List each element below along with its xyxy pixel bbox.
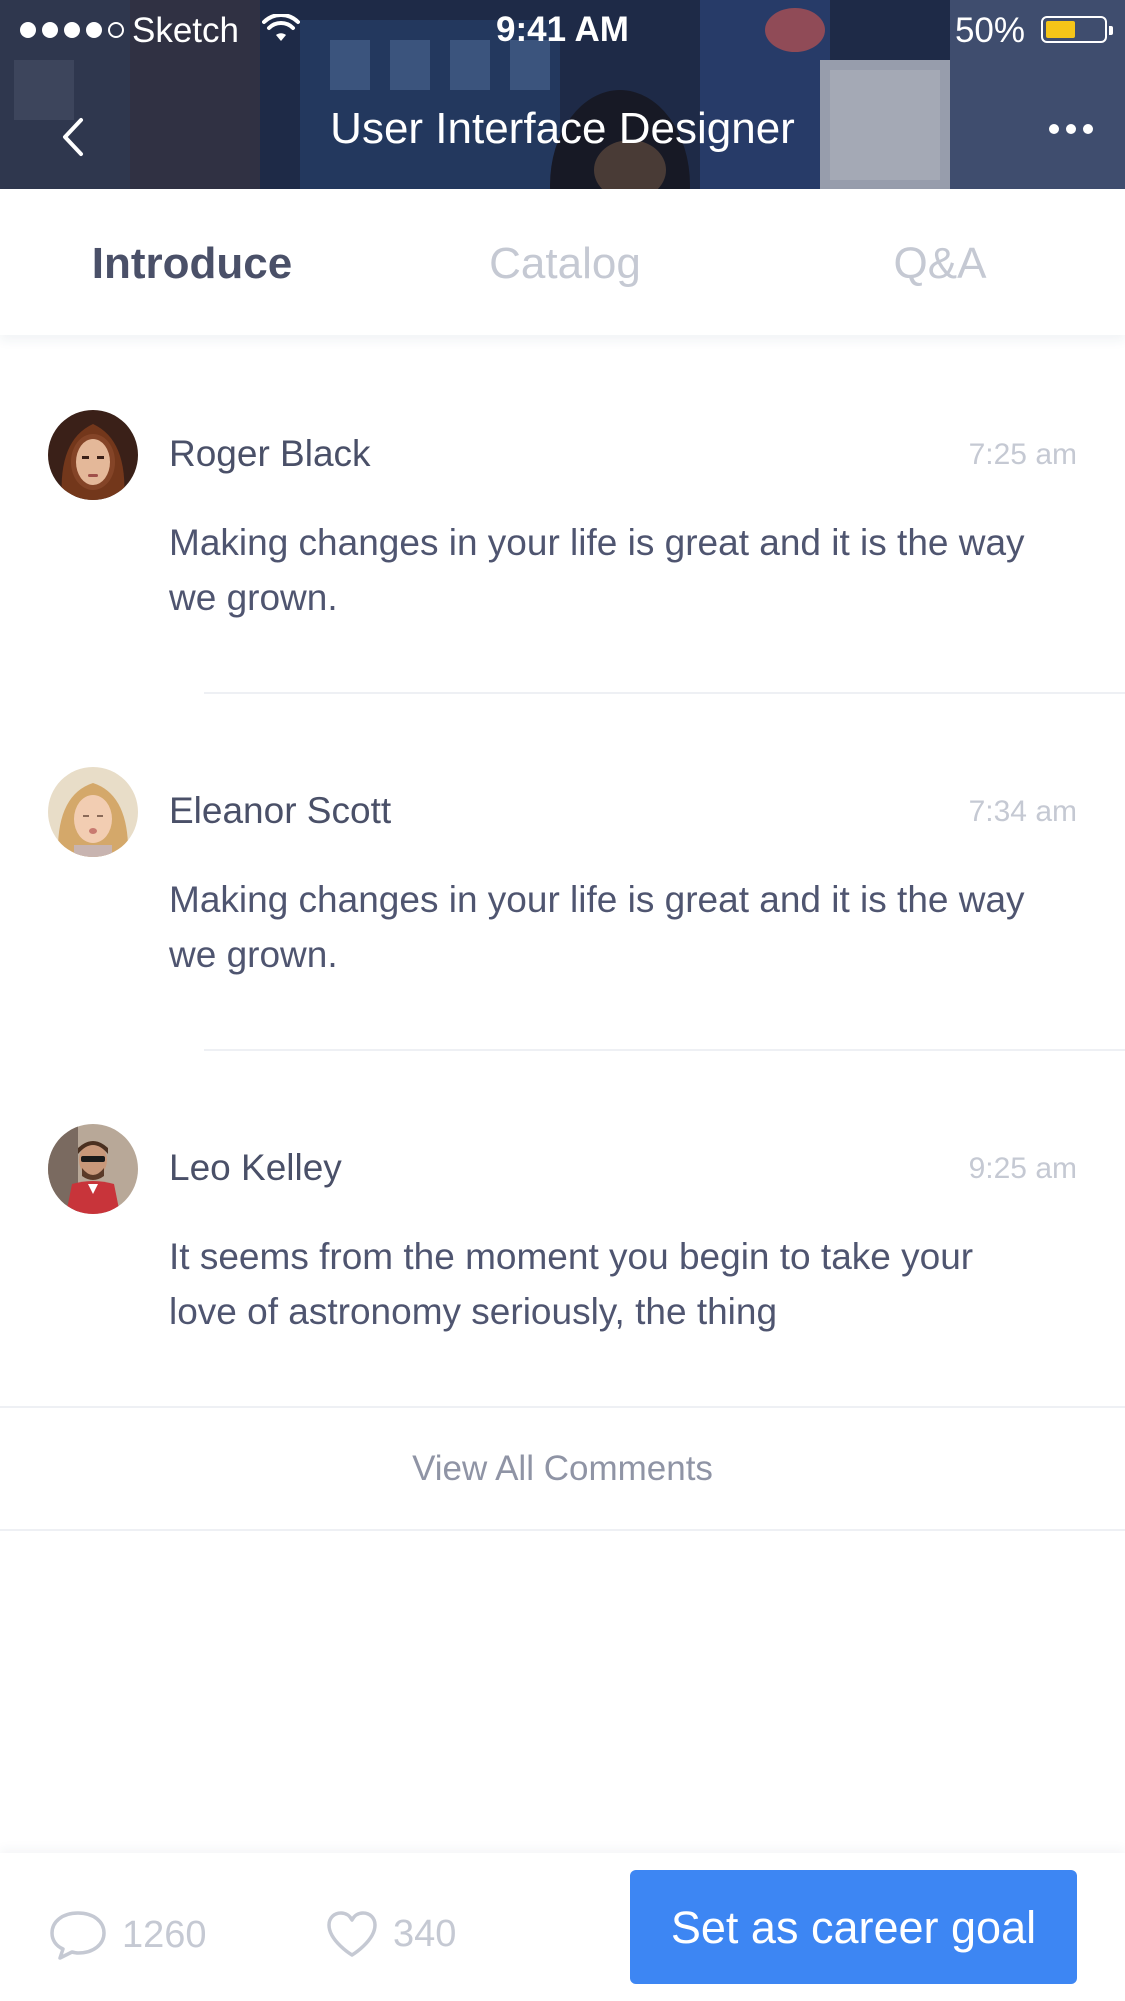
heart-icon [327,1911,377,1957]
comment-time: 7:25 am [968,438,1077,471]
tab-qa[interactable]: Q&A [790,239,1090,289]
more-horizontal-icon[interactable] [1049,124,1093,134]
comment-text: Making changes in your life is great and… [169,879,1025,975]
comment-time: 7:34 am [968,795,1077,828]
comment-bubble-icon [50,1911,106,1960]
status-bar: Sketch 9:41 AM 50% [0,0,1125,62]
page-title: User Interface Designer [330,104,795,153]
comments-stat[interactable]: 1260 [48,1909,207,1961]
header: Sketch 9:41 AM 50% User Interface Design… [0,0,1125,189]
likes-stat[interactable]: 340 [325,1909,456,1959]
avatar[interactable] [48,1124,138,1214]
view-all-comments-link[interactable]: View All Comments [0,1408,1125,1530]
like-count: 340 [393,1912,457,1955]
comment-count: 1260 [122,1913,207,1956]
comment-author[interactable]: Eleanor Scott [169,790,391,832]
comment-text: Making changes in your life is great and… [169,522,1025,618]
comment-author[interactable]: Roger Black [169,433,371,475]
divider [204,1049,1125,1051]
avatar[interactable] [48,410,138,500]
tab-catalog[interactable]: Catalog [415,239,715,289]
comment-author[interactable]: Leo Kelley [169,1147,342,1189]
battery-icon [1041,16,1113,43]
battery-percent: 50% [954,11,1025,50]
divider [204,692,1125,694]
divider [0,1529,1125,1531]
avatar[interactable] [48,767,138,857]
comment-text: It seems from the moment you begin to ta… [169,1236,974,1332]
bottom-action-bar: 1260 340 Set as career goal [0,1853,1125,2001]
tab-bar: Introduce Catalog Q&A [0,189,1125,335]
comment-time: 9:25 am [968,1152,1077,1185]
tab-introduce[interactable]: Introduce [42,239,342,289]
set-career-goal-button[interactable]: Set as career goal [630,1870,1077,1984]
